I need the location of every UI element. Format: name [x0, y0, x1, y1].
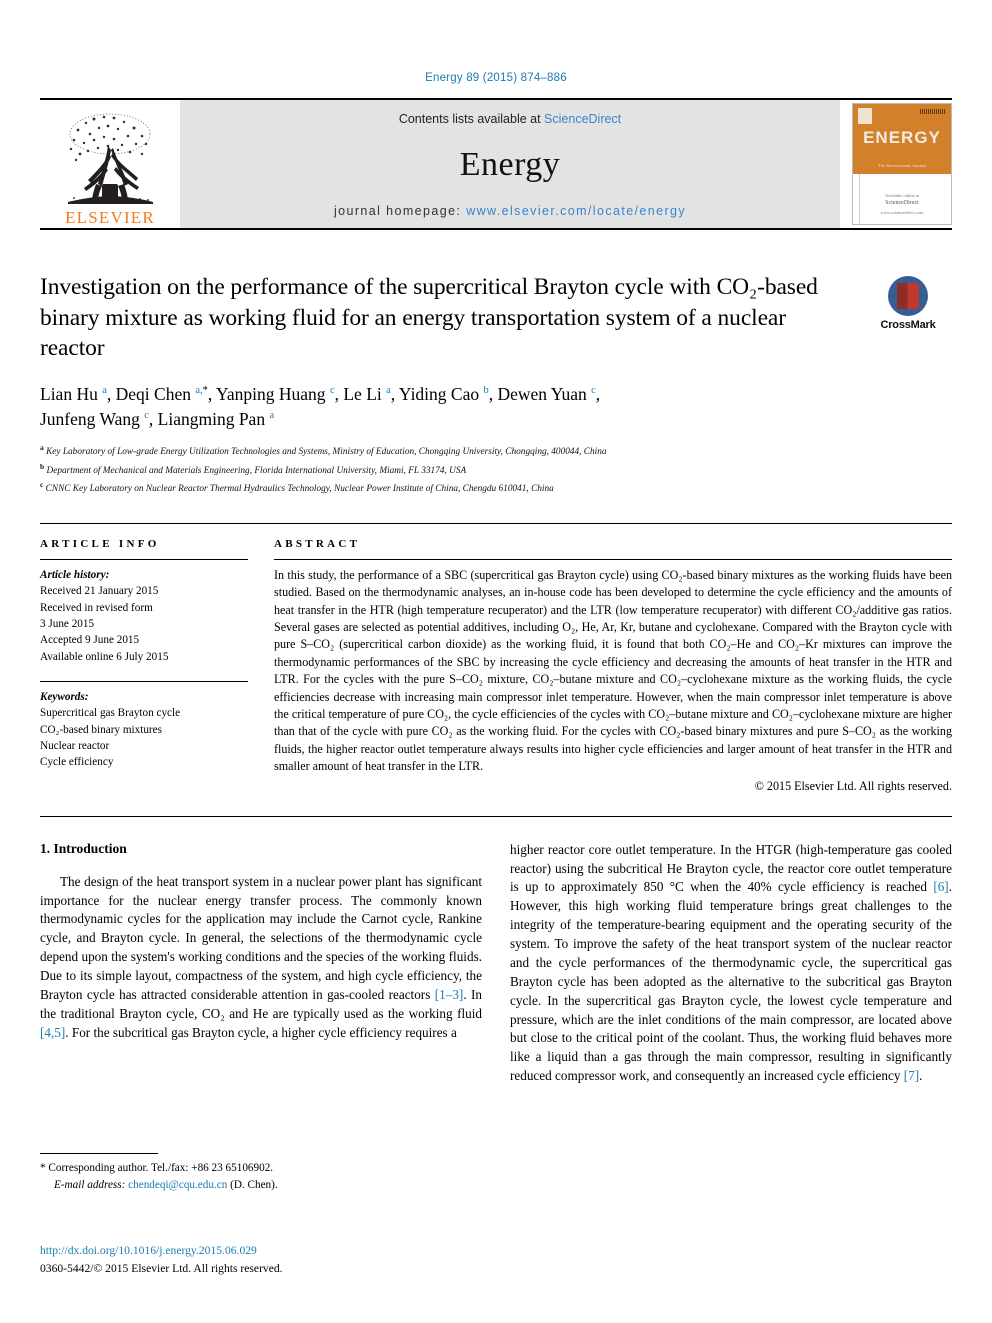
footnote-corresponding: * Corresponding author. Tel./fax: +86 23… [40, 1162, 274, 1174]
journal-homepage-line: journal homepage: www.elsevier.com/locat… [334, 204, 686, 218]
keyword-item: Cycle efficiency [40, 756, 114, 769]
author-list: Lian Hu a, Deqi Chen a,*, Yanping Huang … [40, 382, 952, 433]
intro-right-part3: . [919, 1068, 923, 1084]
journal-cover-thumbnail: ENERGY The International Journal Availab… [852, 103, 952, 225]
article-info-column: ARTICLE INFO Article history: Received 2… [40, 538, 248, 794]
contents-prefix: Contents lists available at [398, 112, 545, 126]
footnote-email-link[interactable]: chendeqi@cqu.edu.cn [128, 1179, 227, 1191]
affiliation-list: a Key Laboratory of Low-grade Energy Uti… [40, 442, 952, 496]
body-column-right: higher reactor core outlet temperature. … [510, 841, 952, 1086]
elsevier-logo: ELSEVIER [40, 100, 180, 228]
abstract-copyright: © 2015 Elsevier Ltd. All rights reserved… [754, 778, 952, 793]
title-block: Investigation on the performance of the … [40, 272, 952, 364]
running-head: Energy 89 (2015) 874–886 [425, 72, 567, 84]
keywords-block: Keywords: Supercritical gas Brayton cycl… [40, 689, 248, 771]
elsevier-tree-icon [68, 113, 153, 204]
author-line-2: Junfeng Wang c, Liangming Pan a [40, 409, 275, 430]
citation-1-3[interactable]: [1–3] [435, 987, 464, 1002]
cover-elsevier-logo-icon [858, 108, 872, 124]
keyword-item: Supercritical gas Brayton cycle [40, 707, 181, 720]
title-text-wrap: Investigation on the performance of the … [40, 272, 864, 364]
affiliation-b: b Department of Mechanical and Materials… [40, 461, 467, 476]
doi-block: http://dx.doi.org/10.1016/j.energy.2015.… [40, 1242, 283, 1278]
history-item: 3 June 2015 [40, 617, 95, 630]
cover-orange-band: ENERGY The International Journal [853, 104, 951, 174]
keywords-label: Keywords: [40, 690, 89, 703]
intro-right-part2: . However, this high working fluid tempe… [510, 879, 952, 1084]
history-item: Accepted 9 June 2015 [40, 634, 140, 647]
citation-4-5[interactable]: [4,5] [40, 1025, 65, 1040]
intro-right-part1: higher reactor core outlet temperature. … [510, 841, 952, 895]
homepage-url-link[interactable]: www.elsevier.com/locate/energy [466, 204, 686, 218]
homepage-label: journal homepage: [333, 204, 467, 218]
cover-title: ENERGY [863, 127, 941, 147]
citation-6[interactable]: [6] [933, 879, 948, 894]
cover-footer-line1: Available online at [885, 193, 919, 199]
affiliation-c: c CNNC Key Laboratory on Nuclear Reactor… [40, 479, 554, 494]
body-columns: 1. Introduction The design of the heat t… [40, 841, 952, 1086]
keyword-item: Nuclear reactor [40, 739, 110, 752]
footnote-rule [40, 1153, 158, 1154]
affiliation-b-text: Department of Mechanical and Materials E… [46, 465, 467, 476]
intro-paragraph-right: higher reactor core outlet temperature. … [510, 841, 952, 1086]
cover-footer-line2: ScienceDirect [885, 200, 919, 207]
intro-paragraph-left: The design of the heat transport system … [40, 873, 482, 1043]
doi-link[interactable]: http://dx.doi.org/10.1016/j.energy.2015.… [40, 1242, 283, 1260]
cover-footer: Available online at ScienceDirect www.sc… [853, 192, 951, 216]
issn-copyright: 0360-5442/© 2015 Elsevier Ltd. All right… [40, 1261, 283, 1275]
body-divider [40, 815, 952, 817]
cover-subtitle: The International Journal [878, 162, 926, 168]
abstract-heading: ABSTRACT [274, 537, 361, 550]
history-item: Available online 6 July 2015 [40, 650, 169, 663]
cover-footer-line3: www.sciencedirect.com [880, 209, 924, 215]
keywords-rule [40, 680, 248, 682]
crossmark-badge[interactable]: CrossMark [864, 272, 952, 364]
author-line-1: Lian Hu a, Deqi Chen a,*, Yanping Huang … [40, 383, 601, 404]
body-column-left: 1. Introduction The design of the heat t… [40, 841, 482, 1086]
crossmark-icon [888, 276, 928, 316]
article-info-rule [40, 558, 248, 560]
intro-left-part3: . For the subcritical gas Brayton cycle,… [65, 1024, 457, 1040]
abstract-column: ABSTRACT In this study, the performance … [274, 538, 952, 794]
info-abstract-section: ARTICLE INFO Article history: Received 2… [40, 522, 952, 794]
article-history: Article history: Received 21 January 201… [40, 567, 248, 665]
footnote-email-label: E-mail address: [54, 1179, 129, 1192]
journal-masthead: ELSEVIER Contents lists available at Sci… [40, 98, 952, 230]
affiliation-a: a Key Laboratory of Low-grade Energy Uti… [40, 443, 607, 458]
abstract-rule [274, 558, 952, 560]
journal-title: Energy [459, 146, 561, 183]
article-info-heading: ARTICLE INFO [40, 537, 160, 550]
footnote-body: * Corresponding author. Tel./fax: +86 23… [40, 1160, 472, 1194]
affiliation-a-text: Key Laboratory of Low-grade Energy Utili… [46, 447, 607, 458]
article-history-label: Article history: [40, 568, 110, 581]
keyword-item: CO₂-based binary mixtures [40, 723, 162, 736]
elsevier-wordmark: ELSEVIER [65, 208, 155, 227]
affiliation-c-text: CNNC Key Laboratory on Nuclear Reactor T… [45, 483, 554, 494]
footnote-email-suffix: (D. Chen). [227, 1179, 278, 1192]
page-title: Investigation on the performance of the … [40, 274, 818, 362]
journal-banner: Contents lists available at ScienceDirec… [180, 100, 840, 228]
intro-left-part1: The design of the heat transport system … [40, 873, 482, 1002]
citation-7[interactable]: [7] [904, 1068, 919, 1083]
history-item: Received 21 January 2015 [40, 585, 159, 598]
sciencedirect-link[interactable]: ScienceDirect [544, 112, 621, 126]
section-heading-introduction: 1. Introduction [40, 840, 127, 856]
abstract-text: In this study, the performance of a SBC … [274, 567, 952, 774]
footnote-email-line: E-mail address: chendeqi@cqu.edu.cn (D. … [40, 1177, 472, 1194]
contents-line: Contents lists available at ScienceDirec… [399, 112, 621, 126]
corresponding-author-footnote: * Corresponding author. Tel./fax: +86 23… [40, 1153, 472, 1194]
article-page: Energy 89 (2015) 874–886 ELSEVIER Conten… [0, 0, 992, 1323]
history-item: Received in revised form [40, 601, 153, 614]
crossmark-label: CrossMark [880, 319, 936, 331]
cover-barcode-icon [920, 109, 946, 114]
